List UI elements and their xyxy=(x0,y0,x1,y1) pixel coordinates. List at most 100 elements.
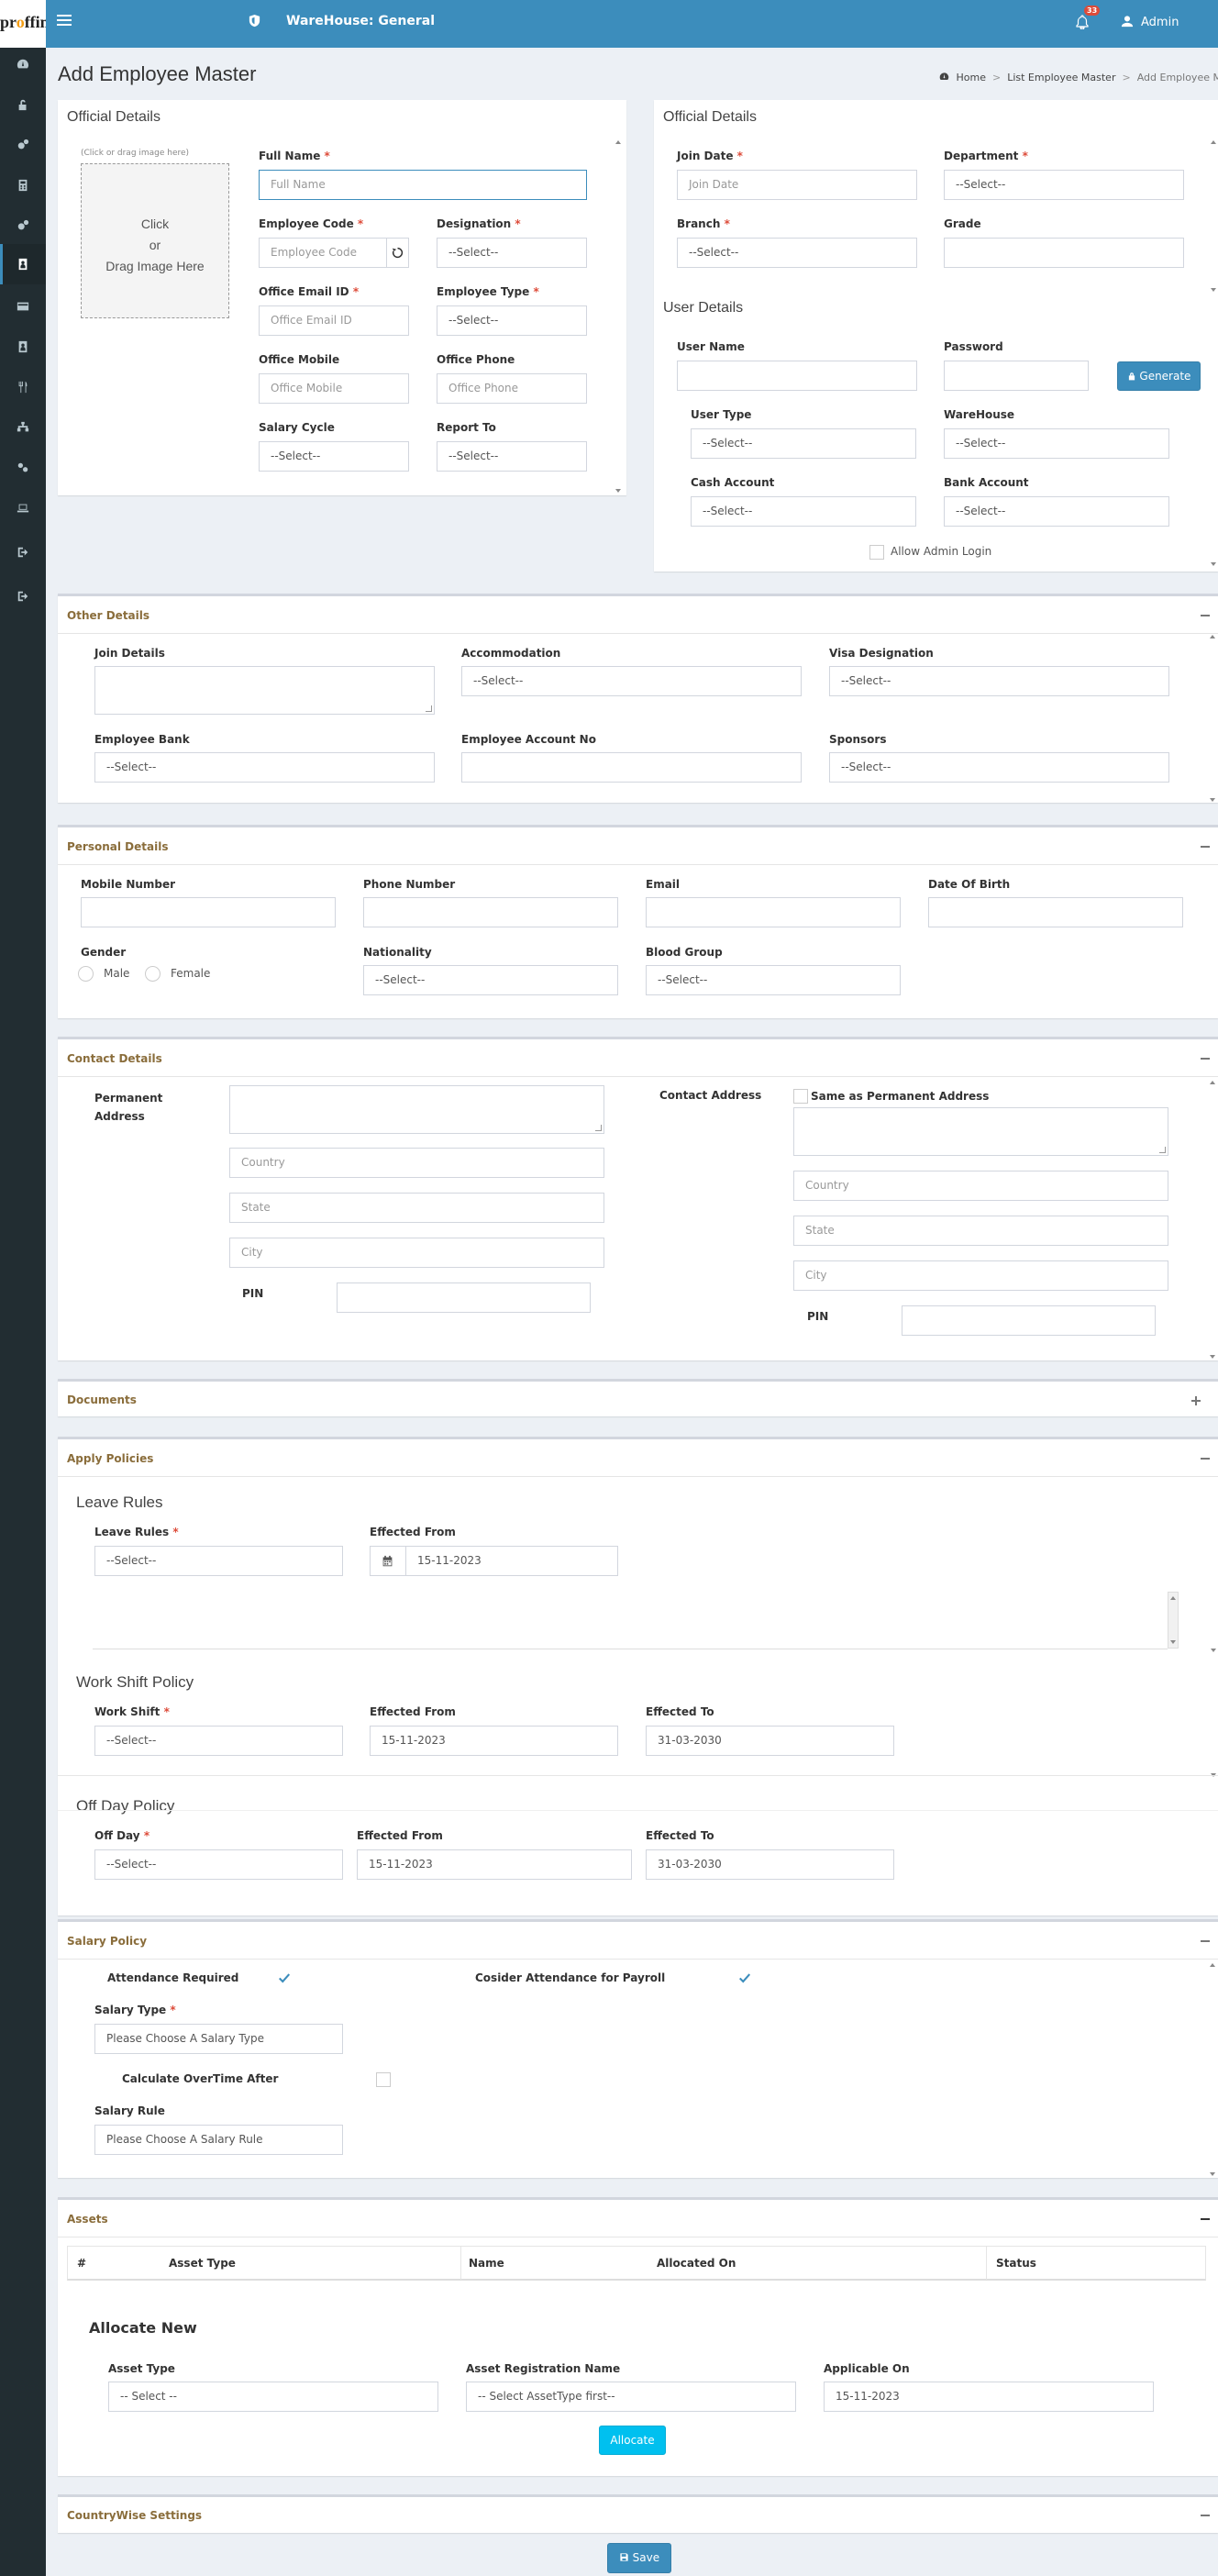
work-shift-select[interactable]: --Select-- xyxy=(94,1726,343,1756)
salary-cycle-select[interactable]: --Select-- xyxy=(259,441,409,472)
nationality-select[interactable]: --Select-- xyxy=(363,965,618,995)
sitemap-icon[interactable] xyxy=(16,420,30,435)
office-mobile-input[interactable]: Office Mobile xyxy=(259,373,409,404)
accommodation-select[interactable]: --Select-- xyxy=(461,666,802,696)
allocate-button[interactable]: Allocate xyxy=(599,2426,666,2455)
asset-registration-select[interactable]: -- Select AssetType first-- xyxy=(466,2382,796,2412)
sign-out-icon[interactable] xyxy=(16,589,30,604)
office-phone-input[interactable]: Office Phone xyxy=(437,373,587,404)
ws-effected-to-input[interactable]: 31-03-2030 xyxy=(646,1726,894,1756)
contact-state-input[interactable]: State xyxy=(793,1216,1168,1246)
office-email-input[interactable]: Office Email ID xyxy=(259,305,409,336)
id-badge-icon[interactable] xyxy=(16,339,30,354)
user-name-input[interactable] xyxy=(677,361,917,391)
gender-female-radio[interactable] xyxy=(145,966,161,982)
employee-bank-select[interactable]: --Select-- xyxy=(94,752,435,783)
bell-icon[interactable] xyxy=(1075,15,1090,29)
scrollbar[interactable] xyxy=(1209,1963,1216,2178)
leave-rules-select[interactable]: --Select-- xyxy=(94,1546,343,1576)
salary-type-select[interactable]: Please Choose A Salary Type xyxy=(94,2024,343,2054)
permanent-city-input[interactable]: City xyxy=(229,1238,604,1268)
applicable-on-input[interactable]: 15-11-2023 xyxy=(824,2382,1154,2412)
blood-group-select[interactable]: --Select-- xyxy=(646,965,901,995)
department-select[interactable]: --Select-- xyxy=(944,170,1184,200)
calendar-addon[interactable] xyxy=(370,1546,406,1576)
contact-country-input[interactable]: Country xyxy=(793,1171,1168,1201)
scrollbar[interactable] xyxy=(1209,1081,1216,1360)
asset-type-select[interactable]: -- Select -- xyxy=(108,2382,438,2412)
contact-city-input[interactable]: City xyxy=(793,1260,1168,1291)
permanent-pin-input[interactable] xyxy=(337,1282,591,1313)
generate-password-button[interactable]: Generate xyxy=(1117,361,1201,391)
breadcrumb-home[interactable]: Home xyxy=(957,72,986,83)
save-button[interactable]: Save xyxy=(607,2543,671,2573)
warehouse-title[interactable]: WareHouse: General xyxy=(286,14,435,28)
collapse-icon[interactable] xyxy=(1201,2515,1210,2516)
visa-designation-select[interactable]: --Select-- xyxy=(829,666,1169,696)
contact-pin-input[interactable] xyxy=(902,1305,1156,1336)
image-dropzone[interactable]: Click or Drag Image Here xyxy=(81,163,229,318)
hamburger-menu-icon[interactable] xyxy=(57,15,72,28)
off-day-select[interactable]: --Select-- xyxy=(94,1849,343,1880)
leave-effected-from-input[interactable]: 15-11-2023 xyxy=(405,1546,618,1576)
regenerate-code-button[interactable] xyxy=(386,238,409,268)
scrollbar[interactable] xyxy=(1209,635,1216,804)
full-name-input[interactable]: Full Name xyxy=(259,170,587,200)
leave-rules-scroll[interactable] xyxy=(1168,1592,1179,1649)
phone-number-input[interactable] xyxy=(363,897,618,927)
bank-account-select[interactable]: --Select-- xyxy=(944,496,1169,527)
collapse-icon[interactable] xyxy=(1201,1058,1210,1060)
designation-select[interactable]: --Select-- xyxy=(437,238,587,268)
id-card-icon[interactable] xyxy=(0,244,46,284)
report-to-select[interactable]: --Select-- xyxy=(437,441,587,472)
collapse-icon[interactable] xyxy=(1201,846,1210,848)
od-effected-to-input[interactable]: 31-03-2030 xyxy=(646,1849,894,1880)
same-as-permanent-checkbox[interactable] xyxy=(793,1089,808,1104)
gender-male-radio[interactable] xyxy=(78,966,94,982)
collapse-icon[interactable] xyxy=(1201,615,1210,616)
ws-effected-from-input[interactable]: 15-11-2023 xyxy=(370,1726,618,1756)
cogs-icon[interactable] xyxy=(16,138,30,152)
sponsors-select[interactable]: --Select-- xyxy=(829,752,1169,783)
consider-attendance-checkbox[interactable] xyxy=(738,1971,751,1984)
employee-type-select[interactable]: --Select-- xyxy=(437,305,587,336)
cogs-icon[interactable] xyxy=(16,218,30,233)
dashboard-icon[interactable] xyxy=(16,57,30,72)
warehouse-select[interactable]: --Select-- xyxy=(944,428,1169,459)
collapse-icon[interactable] xyxy=(1201,2218,1210,2220)
employee-code-input[interactable]: Employee Code xyxy=(259,238,389,268)
branch-select[interactable]: --Select-- xyxy=(677,238,917,268)
credit-card-icon[interactable] xyxy=(16,299,30,314)
date-of-birth-input[interactable] xyxy=(928,897,1183,927)
attendance-required-checkbox[interactable] xyxy=(278,1971,291,1984)
user-type-select[interactable]: --Select-- xyxy=(691,428,916,459)
permanent-country-input[interactable]: Country xyxy=(229,1148,604,1178)
user-menu-name[interactable]: Admin xyxy=(1141,16,1179,29)
permanent-address-textarea[interactable] xyxy=(229,1085,604,1134)
email-input[interactable] xyxy=(646,897,901,927)
mobile-number-input[interactable] xyxy=(81,897,336,927)
cash-account-select[interactable]: --Select-- xyxy=(691,496,916,527)
contact-address-textarea[interactable] xyxy=(793,1107,1168,1156)
grade-select[interactable] xyxy=(944,238,1184,268)
cutlery-icon[interactable] xyxy=(16,380,30,394)
laptop-icon[interactable] xyxy=(16,501,30,516)
users-cog-icon[interactable] xyxy=(16,461,30,475)
salary-rule-select[interactable]: Please Choose A Salary Rule xyxy=(94,2125,343,2155)
permanent-state-input[interactable]: State xyxy=(229,1193,604,1223)
employee-account-no-input[interactable] xyxy=(461,752,802,783)
join-date-input[interactable]: Join Date xyxy=(677,170,917,200)
calculator-icon[interactable] xyxy=(16,178,30,193)
brand-logo[interactable]: proffin xyxy=(0,0,46,48)
scrollbar[interactable] xyxy=(1210,140,1217,568)
sign-out-icon[interactable] xyxy=(16,545,30,560)
od-effected-from-input[interactable]: 15-11-2023 xyxy=(357,1849,632,1880)
scrollbar[interactable] xyxy=(615,140,622,494)
allow-admin-login-checkbox[interactable] xyxy=(869,545,884,560)
user-icon[interactable] xyxy=(1121,15,1134,28)
breadcrumb-list[interactable]: List Employee Master xyxy=(1007,72,1115,83)
collapse-icon[interactable] xyxy=(1201,1458,1210,1460)
join-details-textarea[interactable] xyxy=(94,666,435,715)
expand-icon[interactable] xyxy=(1191,1396,1201,1405)
password-input[interactable] xyxy=(944,361,1089,391)
